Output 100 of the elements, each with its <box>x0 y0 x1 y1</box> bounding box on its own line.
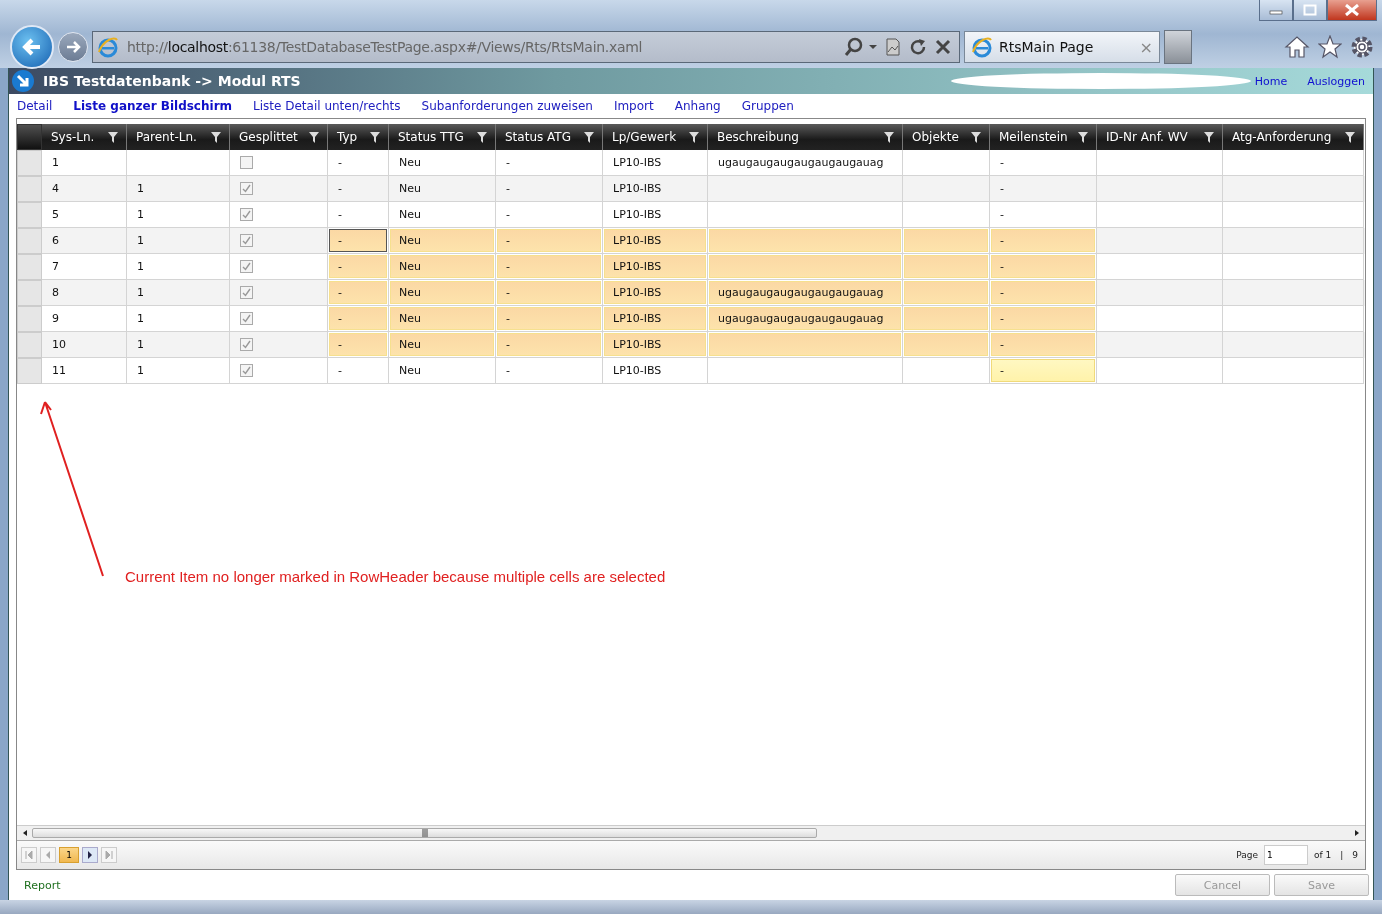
maximize-icon <box>1303 4 1317 16</box>
header-link[interactable]: Home <box>1254 74 1288 88</box>
horizontal-scrollbar[interactable] <box>17 825 1365 841</box>
compatibility-icon[interactable] <box>885 38 901 56</box>
nav-link[interactable]: Detail <box>17 99 53 113</box>
checkbox[interactable] <box>240 312 253 325</box>
first-page-button[interactable] <box>21 847 37 863</box>
checkmark-icon <box>242 340 251 349</box>
nav-link[interactable]: Import <box>613 99 654 113</box>
nav-link[interactable]: Subanforderungen zuweisen <box>421 99 593 113</box>
page-input[interactable]: 1 <box>1263 845 1308 865</box>
home-icon[interactable] <box>1284 35 1310 59</box>
tab-title: RtsMain Page <box>999 39 1095 55</box>
column-header[interactable]: ID-Nr Anf. WV <box>1097 124 1223 150</box>
nav-link[interactable]: Liste Detail unten/rechts <box>253 99 401 113</box>
column-header[interactable]: Atg-Anforderung <box>1223 124 1364 150</box>
nav-link[interactable]: Liste ganzer Bildschirm <box>73 99 233 113</box>
filter-icon[interactable] <box>1078 131 1088 143</box>
nav-link[interactable]: Anhang <box>674 99 721 113</box>
previous-page-icon <box>44 851 52 859</box>
checkbox[interactable] <box>240 260 253 273</box>
checkmark-icon <box>242 288 251 297</box>
previous-page-button[interactable] <box>40 847 56 863</box>
table-cell: LP10-IBS <box>603 280 708 306</box>
table-cell: - <box>990 332 1097 358</box>
maximize-button[interactable] <box>1293 0 1327 21</box>
checkbox[interactable] <box>240 338 253 351</box>
new-tab-button[interactable] <box>1164 30 1192 64</box>
separator-text: | <box>1340 850 1344 860</box>
next-page-icon <box>86 851 94 859</box>
star-icon[interactable] <box>1318 35 1342 59</box>
report-link[interactable]: Report <box>24 878 61 892</box>
table-cell: - <box>496 358 603 384</box>
table-cell: - <box>496 280 603 306</box>
filter-icon[interactable] <box>584 131 594 143</box>
scroll-left-icon[interactable] <box>21 829 29 837</box>
minimize-button[interactable] <box>1259 0 1293 21</box>
back-button[interactable] <box>10 25 54 69</box>
table-cell: - <box>990 254 1097 280</box>
filter-icon[interactable] <box>309 131 319 143</box>
checkmark-icon <box>242 262 251 271</box>
filter-icon[interactable] <box>370 131 380 143</box>
stop-icon[interactable] <box>935 39 951 55</box>
filter-icon[interactable] <box>1345 131 1355 143</box>
column-header[interactable]: Typ <box>328 124 389 150</box>
search-icon[interactable] <box>843 37 877 57</box>
page-label: Page <box>1236 850 1258 860</box>
table-cell: Neu <box>389 358 496 384</box>
page-button[interactable]: 1 <box>59 847 79 863</box>
checkbox[interactable] <box>240 234 253 247</box>
checkbox[interactable] <box>240 286 253 299</box>
checkbox[interactable] <box>240 364 253 377</box>
table-cell: Neu <box>389 280 496 306</box>
settings-icon[interactable] <box>1350 35 1374 59</box>
browser-tab[interactable]: RtsMain Page × <box>964 31 1160 63</box>
forward-button[interactable] <box>58 32 88 62</box>
filter-icon[interactable] <box>689 131 699 143</box>
table-cell: LP10-IBS <box>603 254 708 280</box>
refresh-icon[interactable] <box>909 38 927 56</box>
scrollbar-thumb[interactable] <box>32 828 817 838</box>
filter-icon[interactable] <box>884 131 894 143</box>
close-button[interactable] <box>1327 0 1377 21</box>
next-page-button[interactable] <box>82 847 98 863</box>
filter-icon[interactable] <box>211 131 221 143</box>
table-cell: - <box>496 228 603 254</box>
column-header[interactable]: Objekte <box>903 124 990 150</box>
table-cell: ugaugaugaugaugaugaugauag <box>708 280 903 306</box>
filter-icon[interactable] <box>1204 131 1214 143</box>
table-cell: - <box>990 306 1097 332</box>
annotation-text: Current Item no longer marked in RowHeader because multiple cells are selected <box>125 568 666 585</box>
column-header[interactable]: Status TTG <box>389 124 496 150</box>
page-count: of 1 <box>1313 850 1332 860</box>
filter-icon[interactable] <box>477 131 487 143</box>
browser-logo-icon <box>97 36 119 58</box>
checkmark-icon <box>242 184 251 193</box>
filter-icon[interactable] <box>108 131 118 143</box>
checkbox[interactable] <box>240 182 253 195</box>
column-header[interactable]: Status ATG <box>496 124 603 150</box>
column-header[interactable]: Parent-Ln. <box>127 124 230 150</box>
table-cell: - <box>328 306 389 332</box>
column-header[interactable]: Sys-Ln. <box>42 124 127 150</box>
table-cell: LP10-IBS <box>603 228 708 254</box>
header-link[interactable]: Ausloggen <box>1307 74 1365 88</box>
table-cell: Neu <box>389 332 496 358</box>
app-logo-icon <box>11 69 35 93</box>
checkbox[interactable] <box>240 208 253 221</box>
address-bar[interactable]: http://localhost:61138/TestDatabaseTestPage.aspx#/Views/Rts/RtsMain.xaml <box>92 31 960 63</box>
app-title: IBS Testdatenbank -> Modul RTS <box>43 73 301 89</box>
column-header[interactable]: Gesplittet <box>230 124 328 150</box>
column-header[interactable]: Meilenstein <box>990 124 1097 150</box>
forward-arrow-icon <box>65 39 81 55</box>
filter-icon[interactable] <box>971 131 981 143</box>
table-cell: 11 <box>42 358 127 384</box>
scroll-right-icon[interactable] <box>1353 829 1361 837</box>
nav-link[interactable]: Gruppen <box>741 99 794 113</box>
table-cell: LP10-IBS <box>603 332 708 358</box>
column-header[interactable]: Lp/Gewerk <box>603 124 708 150</box>
checkbox[interactable] <box>240 156 253 169</box>
column-header[interactable]: Beschreibung <box>708 124 903 150</box>
table-cell: LP10-IBS <box>603 306 708 332</box>
